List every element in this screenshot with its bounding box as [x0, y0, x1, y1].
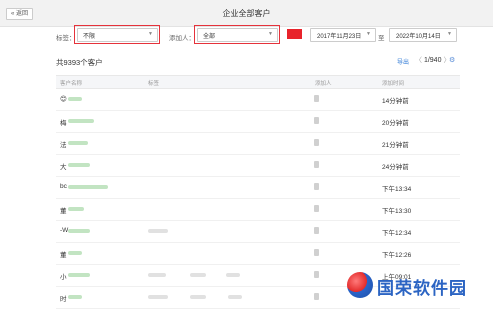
page-title: 企业全部客户 [222, 9, 271, 18]
customer-name[interactable]: 董 [60, 249, 67, 259]
redacted-tag [148, 229, 168, 233]
added-time: 20分钟前 [382, 120, 409, 127]
redacted-adder [314, 249, 319, 256]
col-header-adder: 添加人 [315, 81, 332, 87]
table-row[interactable]: bc 下午13:34 [56, 176, 460, 199]
redacted-tag [190, 295, 206, 299]
redacted-adder [314, 95, 319, 102]
redacted-name [68, 141, 88, 145]
redacted-tag [228, 295, 242, 299]
redacted-tag [148, 273, 166, 277]
col-header-name: 客户名称 [60, 81, 83, 87]
table-row[interactable]: 大 24分钟前 [56, 154, 460, 177]
added-time: 下午13:30 [382, 208, 412, 215]
chevron-down-icon: ▼ [447, 31, 452, 37]
added-time: 14分钟前 [382, 98, 409, 105]
redacted-name [68, 97, 82, 101]
redacted-name [68, 229, 90, 233]
customer-name[interactable]: 董 [60, 205, 67, 215]
redacted-name [68, 251, 82, 255]
redacted-name [68, 273, 90, 277]
redacted-tag [148, 295, 168, 299]
customer-name[interactable]: bc [60, 183, 67, 190]
col-header-time: 添加时间 [382, 81, 405, 87]
redacted-tag [226, 273, 240, 277]
start-date-picker[interactable]: 2017年11月23日 ▼ [310, 28, 376, 42]
redacted-adder [314, 227, 319, 234]
table-header: 客户名称 标签 添加人 添加时间 [56, 75, 460, 89]
adder-select-highlight [194, 25, 280, 44]
globe-logo-icon [347, 272, 373, 298]
added-time: 下午13:34 [382, 186, 412, 193]
table-row[interactable]: 法 21分钟前 [56, 132, 460, 155]
customer-name[interactable]: 梅 [60, 117, 67, 127]
redacted-name [68, 185, 108, 189]
customer-name[interactable]: 小 [60, 271, 67, 281]
table-row[interactable]: 董 下午13:30 [56, 198, 460, 221]
customer-name[interactable]: 😊 [60, 95, 67, 103]
redacted-adder [314, 139, 319, 146]
table-row[interactable]: 梅 20分钟前 [56, 110, 460, 133]
page-indicator: 1/940 [423, 57, 442, 64]
end-date-value: 2022年10月14日 [396, 34, 441, 40]
added-time: 下午12:34 [382, 230, 412, 237]
added-time: 24分钟前 [382, 164, 409, 171]
adder-filter-label: 添加人： [169, 35, 195, 42]
redacted-tag [190, 273, 206, 277]
redacted-name [68, 207, 84, 211]
added-time: 下午12:26 [382, 252, 412, 259]
customer-name[interactable]: 时 [60, 293, 67, 303]
redacted-adder [314, 117, 319, 124]
customer-count: 共9393个客户 [56, 58, 103, 67]
prev-page-icon[interactable]: 〈 [415, 57, 422, 64]
chevron-down-icon: ▼ [366, 31, 371, 37]
redacted-adder [314, 161, 319, 168]
end-date-picker[interactable]: 2022年10月14日 ▼ [389, 28, 457, 42]
redacted-name [68, 163, 90, 167]
start-date-value: 2017年11月23日 [317, 34, 362, 40]
table-row[interactable]: -W 下午12:34 [56, 220, 460, 243]
top-bar: « 返回 企业全部客户 [0, 0, 493, 27]
tag-select-highlight [74, 25, 160, 44]
redacted-name [68, 119, 94, 123]
gear-icon[interactable]: ⚙ [449, 56, 455, 64]
redacted-adder [314, 183, 319, 190]
col-header-tags: 标签 [148, 81, 160, 87]
redacted-adder [314, 205, 319, 212]
pagination: 〈 1/940 〉 [415, 55, 450, 65]
table-row[interactable]: 😊 14分钟前 [56, 88, 460, 111]
tag-filter-label: 标签： [56, 35, 76, 42]
date-range-separator: 至 [378, 35, 385, 42]
watermark-text: 国荣软件园 [377, 279, 467, 299]
customer-name[interactable]: 法 [60, 139, 67, 149]
export-button[interactable]: 导出 [397, 57, 409, 66]
added-time: 21分钟前 [382, 142, 409, 149]
red-color-swatch [287, 29, 302, 39]
table-row[interactable]: 董 下午12:26 [56, 242, 460, 265]
redacted-name [68, 295, 82, 299]
customer-name[interactable]: 大 [60, 161, 67, 171]
watermark: 国荣软件园 [315, 268, 485, 302]
